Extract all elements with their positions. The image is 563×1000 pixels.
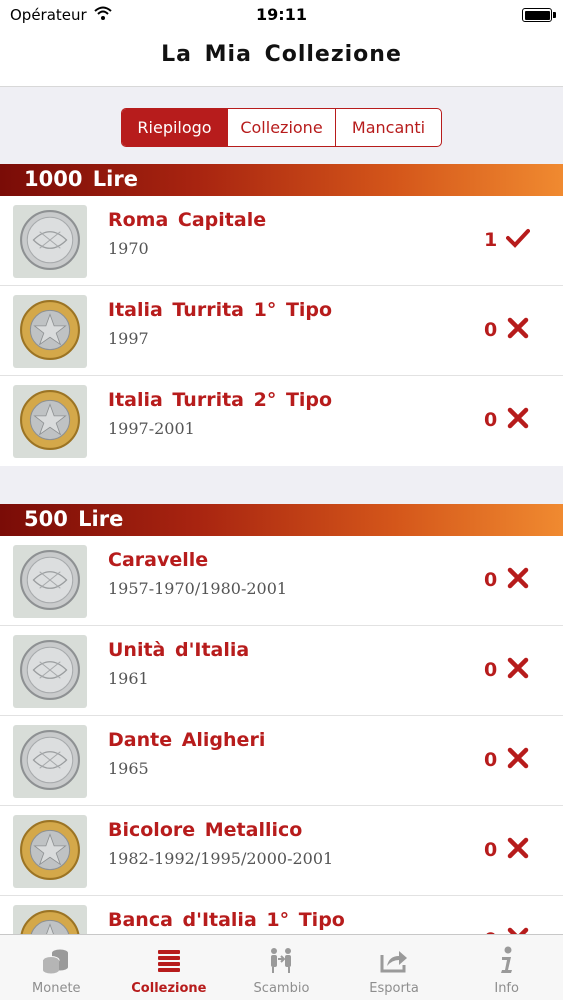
coin-count: 0 <box>484 659 498 681</box>
coin-list-1000-lire: Roma Capitale 1970 1 Italia Turrita 1° Tipo… <box>0 196 563 466</box>
coin-name: Banca d'Italia 1° Tipo <box>108 909 345 931</box>
coin-row[interactable]: Bicolore Metallico 1982-1992/1995/2000-20… <box>0 806 563 896</box>
section-header-1000-lire: 1000 Lire <box>0 164 563 196</box>
tab-label: Scambio <box>253 981 310 996</box>
coin-name: Bicolore Metallico <box>108 819 303 841</box>
silver-coin-icon <box>19 639 81 705</box>
cross-icon <box>507 747 529 769</box>
tab-bar: Monete Collezione Scambio Esporta Info <box>0 934 563 1000</box>
coin-row[interactable]: Caravelle 1957-1970/1980-2001 0 <box>0 536 563 626</box>
coin-thumbnail <box>13 385 87 458</box>
cross-icon <box>507 657 529 679</box>
coin-thumbnail <box>13 725 87 798</box>
coin-name: Caravelle <box>108 549 209 571</box>
coin-count: 0 <box>484 319 498 341</box>
coin-row[interactable]: Italia Turrita 1° Tipo 1997 0 <box>0 286 563 376</box>
coin-name: Italia Turrita 1° Tipo <box>108 299 333 321</box>
segment-riepilogo[interactable]: Riepilogo <box>122 109 228 146</box>
segment-collezione[interactable]: Collezione <box>228 109 336 146</box>
cross-icon <box>507 317 529 339</box>
coin-count: 1 <box>484 229 498 251</box>
tab-label: Collezione <box>131 981 207 996</box>
segment-mancanti[interactable]: Mancanti <box>336 109 441 146</box>
coin-row[interactable]: Italia Turrita 2° Tipo 1997-2001 0 <box>0 376 563 466</box>
bimetal-coin-icon <box>19 389 81 455</box>
cross-icon <box>507 407 529 429</box>
segmented-control: Riepilogo Collezione Mancanti <box>121 108 442 147</box>
coin-years: 1970 <box>108 239 149 258</box>
coin-count: 0 <box>484 409 498 431</box>
coins-stack-icon <box>42 949 69 974</box>
check-icon <box>506 229 530 248</box>
bimetal-coin-icon <box>19 819 81 885</box>
coin-name: Roma Capitale <box>108 209 267 231</box>
tab-info[interactable]: Info <box>450 935 563 1000</box>
coin-thumbnail <box>13 815 87 888</box>
status-bar: Opérateur 19:11 <box>0 0 563 30</box>
coin-years: 1982-1992/1995/2000-2001 <box>108 849 334 868</box>
cross-icon <box>507 567 529 589</box>
coin-count: 0 <box>484 569 498 591</box>
tab-esporta[interactable]: Esporta <box>338 935 451 1000</box>
page-title: La Mia Collezione <box>161 42 402 67</box>
status-time: 19:11 <box>256 5 307 24</box>
coin-row[interactable]: Unità d'Italia 1961 0 <box>0 626 563 716</box>
silver-coin-icon <box>19 549 81 615</box>
battery-icon <box>522 8 556 22</box>
section-title: 1000 Lire <box>24 167 138 191</box>
collection-icon <box>157 950 180 972</box>
section-title: 500 Lire <box>24 507 124 531</box>
tab-monete[interactable]: Monete <box>0 935 113 1000</box>
bimetal-coin-icon <box>19 299 81 365</box>
section-header-500-lire: 500 Lire <box>0 504 563 536</box>
coin-years: 1997-2001 <box>108 419 195 438</box>
coin-count: 0 <box>484 839 498 861</box>
tab-collezione[interactable]: Collezione <box>113 935 226 1000</box>
exchange-icon <box>271 948 292 973</box>
cross-icon <box>507 837 529 859</box>
coin-thumbnail <box>13 295 87 368</box>
tab-scambio[interactable]: Scambio <box>225 935 338 1000</box>
coin-list-500-lire: Caravelle 1957-1970/1980-2001 0 Unità d'Ita… <box>0 536 563 986</box>
coin-thumbnail <box>13 545 87 618</box>
export-icon <box>380 951 408 973</box>
coin-name: Italia Turrita 2° Tipo <box>108 389 333 411</box>
silver-coin-icon <box>19 209 81 275</box>
coin-row[interactable]: Dante Aligheri 1965 0 <box>0 716 563 806</box>
coin-count: 0 <box>484 749 498 771</box>
coin-years: 1965 <box>108 759 149 778</box>
coin-name: Unità d'Italia <box>108 639 250 661</box>
coin-years: 1957-1970/1980-2001 <box>108 579 288 598</box>
coin-thumbnail <box>13 205 87 278</box>
tab-label: Info <box>494 981 519 996</box>
tab-label: Monete <box>32 981 81 996</box>
coin-years: 1997 <box>108 329 149 348</box>
coin-name: Dante Aligheri <box>108 729 266 751</box>
coin-thumbnail <box>13 635 87 708</box>
tab-label: Esporta <box>369 981 419 996</box>
navigation-bar: La Mia Collezione <box>0 30 563 87</box>
info-icon <box>500 946 512 973</box>
coin-row[interactable]: Roma Capitale 1970 1 <box>0 196 563 286</box>
coin-years: 1961 <box>108 669 149 688</box>
silver-coin-icon <box>19 729 81 795</box>
